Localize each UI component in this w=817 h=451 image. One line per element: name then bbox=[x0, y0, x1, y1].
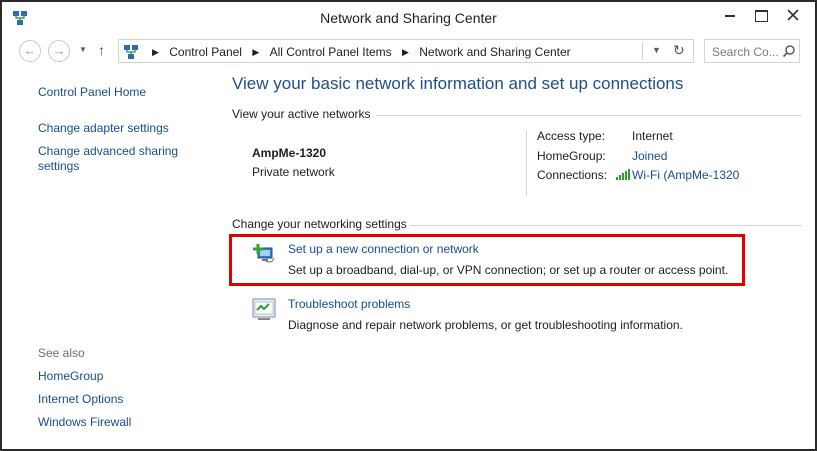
refresh-button[interactable]: ↻ bbox=[673, 42, 685, 59]
chevron-right-icon[interactable]: ▶ bbox=[152, 47, 159, 58]
recent-locations-dropdown-icon[interactable]: ▼ bbox=[79, 45, 87, 54]
setup-connection-description: Set up a broadband, dial-up, or VPN conn… bbox=[288, 263, 729, 277]
network-details-divider bbox=[526, 130, 527, 196]
setup-connection-link[interactable]: Set up a new connection or network bbox=[288, 242, 479, 256]
change-advanced-sharing-link[interactable]: Change advanced sharing settings bbox=[38, 144, 188, 174]
change-adapter-settings-link[interactable]: Change adapter settings bbox=[38, 121, 169, 136]
active-networks-divider bbox=[376, 115, 802, 116]
wifi-signal-icon bbox=[616, 169, 630, 180]
breadcrumb-control-panel[interactable]: Control Panel bbox=[169, 45, 242, 59]
chevron-right-icon[interactable]: ▶ bbox=[252, 47, 259, 58]
forward-arrow-icon: → bbox=[52, 43, 66, 58]
change-settings-divider bbox=[410, 225, 802, 226]
forward-button[interactable]: → bbox=[48, 40, 70, 62]
access-type-label: Access type: bbox=[537, 129, 606, 143]
breadcrumb-all-items[interactable]: All Control Panel Items bbox=[270, 45, 392, 59]
windows-firewall-link[interactable]: Windows Firewall bbox=[38, 415, 131, 430]
troubleshoot-icon bbox=[252, 298, 276, 320]
homegroup-label: HomeGroup: bbox=[537, 149, 606, 163]
address-divider bbox=[642, 42, 643, 60]
address-bar[interactable]: ▶ Control Panel ▶ All Control Panel Item… bbox=[118, 39, 694, 63]
homegroup-joined-link[interactable]: Joined bbox=[632, 149, 667, 163]
search-input[interactable]: Search Co... bbox=[712, 45, 779, 59]
active-networks-heading: View your active networks bbox=[232, 107, 371, 121]
troubleshoot-link[interactable]: Troubleshoot problems bbox=[288, 297, 410, 311]
troubleshoot-description: Diagnose and repair network problems, or… bbox=[288, 318, 683, 332]
see-also-heading: See also bbox=[38, 346, 85, 360]
network-type: Private network bbox=[252, 165, 335, 179]
search-box[interactable]: Search Co... bbox=[704, 39, 800, 63]
close-button[interactable] bbox=[774, 2, 813, 28]
refresh-icon: ↻ bbox=[673, 42, 685, 58]
search-icon[interactable] bbox=[782, 44, 796, 58]
back-arrow-icon: ← bbox=[23, 43, 37, 58]
internet-options-link[interactable]: Internet Options bbox=[38, 392, 123, 407]
wifi-connection-link[interactable]: Wi-Fi (AmpMe-1320 bbox=[632, 168, 739, 182]
close-icon bbox=[787, 9, 799, 21]
access-type-value: Internet bbox=[632, 129, 673, 143]
homegroup-link[interactable]: HomeGroup bbox=[38, 369, 103, 384]
address-dropdown-icon[interactable]: ▼ bbox=[652, 45, 661, 55]
page-title: View your basic network information and … bbox=[232, 74, 684, 93]
setup-connection-task[interactable]: Set up a new connection or network Set u… bbox=[228, 239, 741, 283]
network-name: AmpMe-1320 bbox=[252, 146, 327, 160]
breadcrumb: ▶ Control Panel ▶ All Control Panel Item… bbox=[145, 45, 571, 59]
title-bar: Network and Sharing Center bbox=[2, 2, 815, 35]
connections-label: Connections: bbox=[537, 168, 608, 182]
new-connection-icon bbox=[253, 244, 275, 263]
navigation-bar: ← → ▼ ↑ ▶ Control Panel ▶ All Control Pa… bbox=[2, 35, 815, 69]
troubleshoot-task[interactable]: Troubleshoot problems Diagnose and repai… bbox=[228, 294, 741, 338]
control-panel-home-link[interactable]: Control Panel Home bbox=[38, 85, 146, 100]
chevron-right-icon[interactable]: ▶ bbox=[402, 47, 409, 58]
control-panel-icon bbox=[124, 45, 138, 59]
up-arrow-icon: ↑ bbox=[98, 42, 105, 58]
breadcrumb-network-center[interactable]: Network and Sharing Center bbox=[419, 45, 570, 59]
change-settings-heading: Change your networking settings bbox=[232, 217, 407, 231]
left-pane: Control Panel Home Change adapter settin… bbox=[2, 69, 214, 449]
back-button[interactable]: ← bbox=[19, 40, 41, 62]
network-sharing-window: Network and Sharing Center ← → ▼ ↑ ▶ Con… bbox=[0, 0, 817, 451]
main-content: View your basic network information and … bbox=[214, 69, 814, 449]
window-title: Network and Sharing Center bbox=[320, 10, 497, 26]
up-button[interactable]: ↑ bbox=[98, 42, 105, 58]
minimize-button[interactable] bbox=[716, 2, 746, 28]
